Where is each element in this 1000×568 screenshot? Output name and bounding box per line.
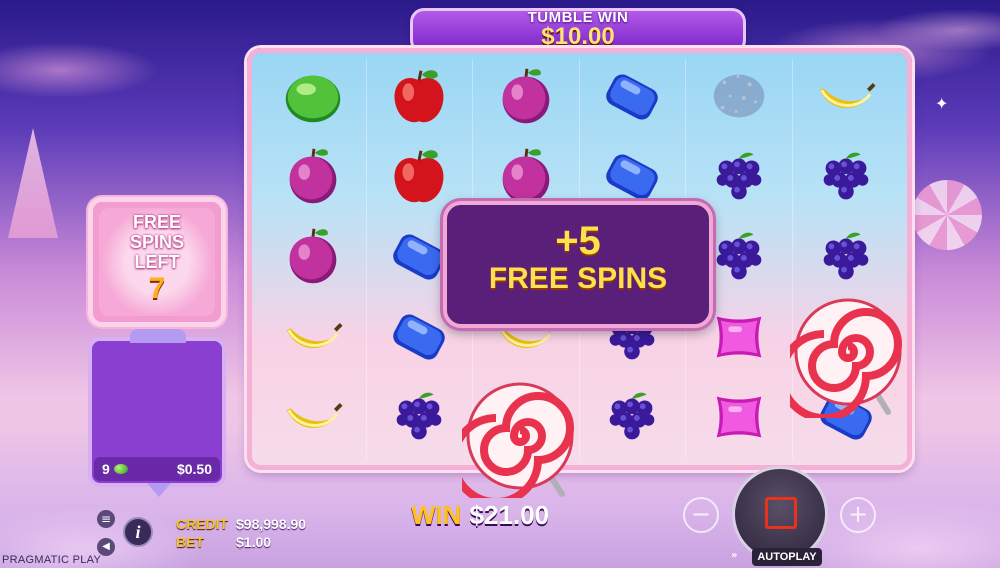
swirl-candy-decoration: [912, 180, 982, 250]
win-value: $21.00: [469, 500, 550, 530]
grapes-icon: [598, 383, 666, 455]
sparkle-icon: ✦: [935, 94, 949, 113]
win-label: WIN: [411, 500, 462, 530]
balance-info: CREDIT $98,998.90 BET $1.00: [176, 515, 306, 551]
banana-icon: [812, 63, 880, 135]
free-spins-award-popup: +5 FREE SPINS: [443, 201, 713, 328]
bet-row: BET $1.00: [176, 533, 306, 551]
collect-count: 9: [102, 461, 110, 477]
red-apple-icon: [385, 143, 453, 215]
multiplier-collect-panel: 9 $0.50: [88, 329, 226, 497]
provider-logo: PRAGMATIC PLAY: [2, 554, 102, 566]
banana-icon: [279, 303, 347, 375]
menu-button[interactable]: ≡: [97, 510, 115, 528]
reel-cell: [793, 139, 900, 219]
total-win: WIN $21.00: [411, 500, 549, 531]
free-spins-left-label-line3: LEFT: [134, 252, 180, 272]
banana-icon: [279, 383, 347, 455]
free-spins-left-label-line2: SPINS: [129, 232, 185, 252]
collect-value: $0.50: [176, 461, 212, 477]
plum-icon: [492, 63, 560, 135]
free-spins-left-panel: FREE SPINS LEFT 7: [88, 197, 226, 327]
credit-label: CREDIT: [176, 516, 229, 532]
collect-count-group: 9: [102, 461, 128, 477]
reel-cell: [793, 219, 900, 299]
plum-icon: [279, 143, 347, 215]
free-spins-left-label-line1: FREE: [132, 212, 181, 232]
reel-cell: [580, 59, 686, 139]
decrease-bet-button[interactable]: −: [683, 497, 719, 533]
info-button[interactable]: i: [123, 517, 153, 547]
ice-cream-cone-decoration: [8, 128, 58, 238]
collect-panel-tab: [130, 329, 186, 343]
increase-bet-button[interactable]: +: [840, 497, 876, 533]
turbo-button[interactable]: »: [731, 547, 751, 565]
green-gem-icon: [279, 63, 347, 135]
grapes-icon: [385, 383, 453, 455]
pink-candy-icon: [705, 383, 773, 455]
reel-cell: [260, 299, 367, 379]
blue-candy-icon: [598, 63, 666, 135]
reel-cell: [686, 59, 793, 139]
grapes-icon: [812, 223, 880, 295]
plum-icon: [279, 223, 347, 295]
reel-cell: [793, 59, 900, 139]
bet-value: $1.00: [236, 534, 272, 550]
reel-cell: [260, 219, 367, 299]
reel-cell: [260, 139, 367, 219]
reel-cell: [367, 379, 473, 459]
free-spins-award-count: +5: [555, 219, 601, 263]
free-spins-award-label: FREE SPINS: [488, 262, 668, 295]
reel-cell: [260, 379, 367, 459]
reel-cell: [367, 59, 473, 139]
reel-cell: [580, 379, 686, 459]
lollipop-scatter-icon: [790, 298, 902, 418]
collect-panel-footer: 9 $0.50: [94, 457, 220, 481]
red-apple-icon: [385, 63, 453, 135]
tumble-dust-icon: [705, 63, 773, 135]
reel-cell: [473, 59, 580, 139]
credit-value: $98,998.90: [236, 516, 307, 532]
free-spins-left-count: 7: [148, 272, 166, 305]
stop-icon: [765, 497, 797, 529]
lollipop-scatter-icon: [462, 382, 574, 498]
bet-label: BET: [176, 534, 204, 550]
credit-row: CREDIT $98,998.90: [176, 515, 306, 533]
grapes-icon: [705, 223, 773, 295]
grapes-icon: [812, 143, 880, 215]
green-gem-icon: [113, 464, 128, 474]
autoplay-button[interactable]: AUTOPLAY: [752, 548, 822, 566]
grapes-icon: [705, 143, 773, 215]
reel-cell: [686, 379, 793, 459]
reel-cell: [260, 59, 367, 139]
tumble-win-value: $10.00: [541, 23, 615, 50]
pink-candy-icon: [705, 303, 773, 375]
